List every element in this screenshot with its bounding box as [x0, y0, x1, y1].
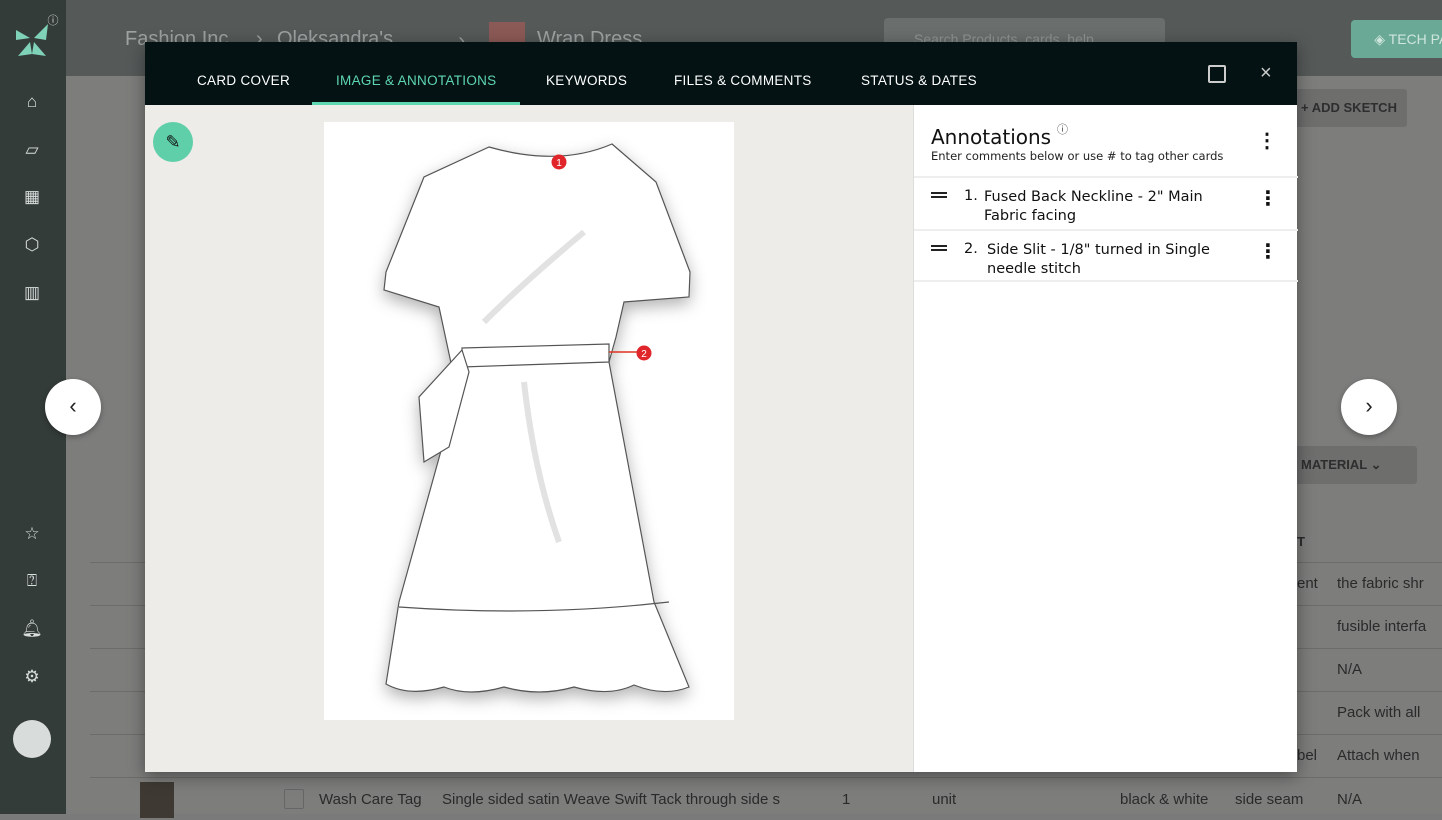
home-icon[interactable]: ⌂: [21, 91, 43, 113]
chart-icon[interactable]: ▥: [21, 282, 43, 304]
annotation-item[interactable]: 1. Fused Back Neckline - 2" Main Fabric …: [914, 176, 1298, 229]
layers-icon: ◈: [1374, 31, 1389, 47]
tech-pack-button[interactable]: ◈ TECH PACK: [1351, 20, 1442, 58]
svg-text:2: 2: [641, 349, 647, 360]
row-thumbnail: [140, 782, 174, 818]
star-icon[interactable]: ☆: [21, 523, 43, 545]
add-sketch-button[interactable]: + ADD SKETCH: [1291, 89, 1407, 127]
next-card-button[interactable]: ›: [1341, 379, 1397, 435]
logo[interactable]: [16, 24, 48, 56]
annotation-marker-2[interactable]: 2: [636, 345, 652, 361]
item-menu-icon[interactable]: ⋮: [1258, 188, 1278, 208]
tab-card-cover[interactable]: CARD COVER: [197, 42, 290, 105]
tab-keywords[interactable]: KEYWORDS: [546, 42, 627, 105]
info-icon[interactable]: ⓘ: [46, 10, 60, 32]
tab-files-comments[interactable]: FILES & COMMENTS: [674, 42, 812, 105]
annotations-title: Annotations: [931, 125, 1052, 149]
sketch-canvas[interactable]: 1 2: [324, 122, 734, 720]
drag-handle-icon[interactable]: [931, 192, 947, 198]
chat-avatar[interactable]: [13, 720, 51, 758]
tab-image-annotations[interactable]: IMAGE & ANNOTATIONS: [312, 42, 521, 105]
annotations-menu-icon[interactable]: ⋮: [1257, 131, 1277, 151]
annotations-subtitle: Enter comments below or use # to tag oth…: [931, 149, 1224, 163]
drag-handle-icon[interactable]: [931, 245, 947, 251]
help-icon[interactable]: ⍰: [21, 570, 43, 592]
material-dropdown[interactable]: MATERIAL ⌄: [1291, 446, 1417, 484]
item-menu-icon[interactable]: ⋮: [1258, 241, 1278, 261]
annotations-panel: Annotations ⓘ Enter comments below or us…: [913, 105, 1298, 772]
cards-icon[interactable]: ▱: [21, 139, 43, 161]
annotation-item[interactable]: 2. Side Slit - 1/8" turned in Single nee…: [914, 229, 1298, 282]
card-modal: CARD COVER IMAGE & ANNOTATIONS KEYWORDS …: [145, 42, 1298, 772]
annotation-marker-1[interactable]: 1: [551, 154, 567, 170]
bell-icon[interactable]: 🔔︎: [21, 618, 43, 640]
layout-toggle-icon[interactable]: [1208, 65, 1226, 83]
gear-icon[interactable]: ⚙: [21, 666, 43, 688]
dashboard-icon[interactable]: ▦: [21, 186, 43, 208]
previous-card-button[interactable]: ‹: [45, 379, 101, 435]
edit-pencil-button[interactable]: ✎: [153, 122, 193, 162]
tab-status-dates[interactable]: STATUS & DATES: [861, 42, 977, 105]
dress-sketch: 1 2: [383, 143, 691, 693]
row-checkbox[interactable]: [284, 789, 304, 809]
box-icon[interactable]: ⬡: [21, 234, 43, 256]
modal-tabs: CARD COVER IMAGE & ANNOTATIONS KEYWORDS …: [145, 42, 1297, 105]
info-icon[interactable]: ⓘ: [1057, 121, 1068, 137]
close-icon[interactable]: ×: [1260, 62, 1272, 85]
svg-text:1: 1: [556, 158, 562, 169]
